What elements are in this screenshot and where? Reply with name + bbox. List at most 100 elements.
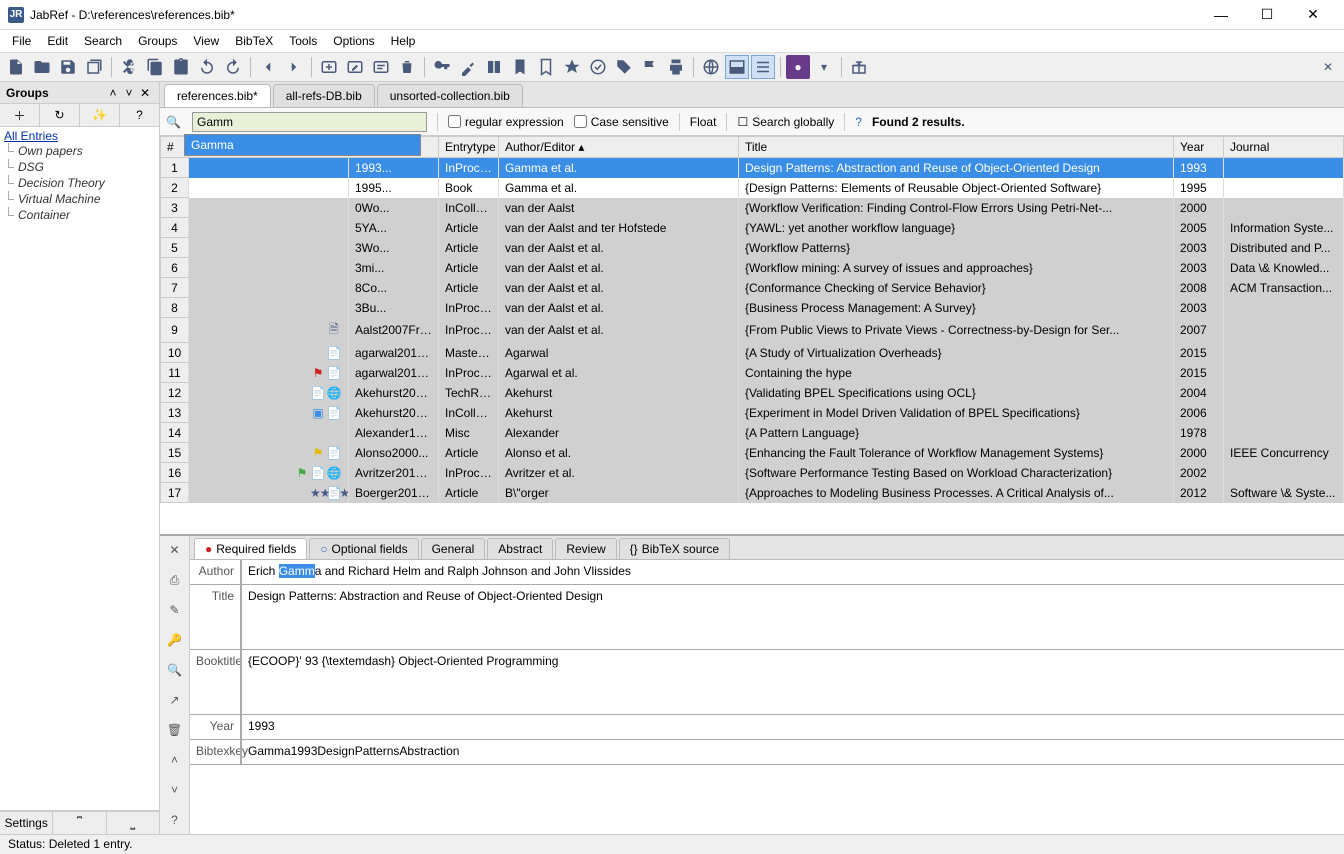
table-row[interactable]: 83Bu...InProcee...van der Aalst et al.{B… (161, 298, 1344, 318)
flag-icon[interactable] (638, 55, 662, 79)
editor-tab-optional[interactable]: ○Optional fields (309, 538, 418, 559)
col-header-journal[interactable]: Journal (1224, 137, 1344, 158)
search-regex-option[interactable]: regular expression (448, 115, 564, 129)
editor-delete-icon[interactable]: 🗑 (165, 720, 185, 740)
table-row[interactable]: 10📄agarwal2015...MastersT...Agarwal{A St… (161, 343, 1344, 363)
field-value-author[interactable]: Erich Gamma and Richard Helm and Ralph J… (240, 560, 1344, 584)
tab-unsorted[interactable]: unsorted-collection.bib (377, 84, 523, 107)
minimize-button[interactable]: — (1198, 0, 1244, 30)
editor-key-icon[interactable]: 🔑 (165, 630, 185, 650)
entries-table-wrap[interactable]: # Entrytype Author/Editor ▴ Title Year J… (160, 136, 1344, 534)
bookmark-outline-icon[interactable] (534, 55, 558, 79)
tab-references[interactable]: references.bib* (164, 84, 271, 107)
table-row[interactable]: 78Co...Articlevan der Aalst et al.{Confo… (161, 278, 1344, 298)
table-row[interactable]: 63mi...Articlevan der Aalst et al.{Workf… (161, 258, 1344, 278)
table-row[interactable]: 45YA...Articlevan der Aalst and ter Hofs… (161, 218, 1344, 238)
groups-help-button[interactable]: ? (120, 104, 159, 126)
maximize-button[interactable]: ☐ (1244, 0, 1290, 30)
groups-tree[interactable]: All Entries Own papers DSG Decision Theo… (0, 127, 159, 811)
print-icon[interactable] (664, 55, 688, 79)
menu-tools[interactable]: Tools (281, 32, 325, 50)
editor-up-icon[interactable]: ˄ (165, 750, 185, 770)
table-row[interactable]: 14Alexander19...MiscAlexander{A Pattern … (161, 423, 1344, 443)
group-node[interactable]: Virtual Machine (4, 191, 155, 207)
editor-tab-source[interactable]: {}BibTeX source (619, 538, 730, 559)
groups-down-button[interactable]: ⎵ (107, 812, 159, 834)
group-node[interactable]: DSG (4, 159, 155, 175)
table-row[interactable]: 17★★★★★📄Boerger2012...ArticleB\"orger{Ap… (161, 483, 1344, 503)
copy-icon[interactable] (143, 55, 167, 79)
groups-refresh-button[interactable]: ↻ (40, 104, 80, 126)
bookmark-icon[interactable] (508, 55, 532, 79)
table-row[interactable]: 15⚑📄Alonso2000...ArticleAlonso et al.{En… (161, 443, 1344, 463)
group-node[interactable]: Own papers (4, 143, 155, 159)
editor-link-icon[interactable]: ↗ (165, 690, 185, 710)
editor-close-icon[interactable]: ✕ (165, 540, 185, 560)
search-case-option[interactable]: Case sensitive (574, 115, 669, 129)
table-row[interactable]: 9🗎Aalst2007Fro...InProcee...van der Aals… (161, 318, 1344, 343)
field-value-year[interactable]: 1993 (240, 715, 1344, 739)
groups-add-button[interactable]: ＋ (0, 104, 40, 126)
editor-search-icon[interactable]: 🔍 (165, 660, 185, 680)
open-icon[interactable] (30, 55, 54, 79)
autocomplete-item[interactable]: Gamma (185, 135, 420, 155)
cleanup-icon[interactable] (456, 55, 480, 79)
col-header-year[interactable]: Year (1174, 137, 1224, 158)
menu-help[interactable]: Help (383, 32, 424, 50)
search-input[interactable] (192, 112, 427, 132)
table-row[interactable]: 12📄🌐Akehurst200...TechRep...Akehurst{Val… (161, 383, 1344, 403)
tag-icon[interactable] (612, 55, 636, 79)
table-row[interactable]: 21995...BookGamma et al.{Design Patterns… (161, 178, 1344, 198)
panel-preview-icon[interactable] (725, 55, 749, 79)
menu-groups[interactable]: Groups (130, 32, 185, 50)
menu-view[interactable]: View (185, 32, 227, 50)
gift-icon[interactable] (847, 55, 871, 79)
groups-auto-button[interactable]: ✨ (80, 104, 120, 126)
cut-icon[interactable] (117, 55, 141, 79)
col-header-title[interactable]: Title (739, 137, 1174, 158)
group-node[interactable]: Container (4, 207, 155, 223)
table-row[interactable]: 30Wo...InCollecti...van der Aalst{Workfl… (161, 198, 1344, 218)
editor-tab-abstract[interactable]: Abstract (487, 538, 553, 559)
check-icon[interactable] (586, 55, 610, 79)
search-help-icon[interactable]: ? (855, 115, 862, 129)
book-icon[interactable] (482, 55, 506, 79)
delete-icon[interactable] (395, 55, 419, 79)
star-icon[interactable] (560, 55, 584, 79)
save-icon[interactable] (56, 55, 80, 79)
groups-close-icon[interactable]: ✕ (137, 86, 153, 100)
editor-pencil-icon[interactable]: ✎ (165, 600, 185, 620)
field-value-title[interactable]: Design Patterns: Abstraction and Reuse o… (240, 585, 1344, 649)
save-all-icon[interactable] (82, 55, 106, 79)
search-global-option[interactable]: ☐ Search globally (737, 115, 834, 129)
editor-tab-required[interactable]: ●Required fields (194, 538, 307, 559)
field-value-booktitle[interactable]: {ECOOP}' 93 {\textemdash} Object-Oriente… (240, 650, 1344, 714)
menu-file[interactable]: File (4, 32, 39, 50)
table-row[interactable]: 11⚑📄agarwal2015...InProcee...Agarwal et … (161, 363, 1344, 383)
groups-root[interactable]: All Entries (4, 129, 155, 143)
app-badge-icon[interactable]: ● (786, 55, 810, 79)
redo-icon[interactable] (221, 55, 245, 79)
table-row[interactable]: 11993...InProcee...Gamma et al.Design Pa… (161, 158, 1344, 178)
paste-icon[interactable] (169, 55, 193, 79)
editor-type-icon[interactable]: ⎙ (165, 570, 185, 590)
entry-text-icon[interactable] (369, 55, 393, 79)
groups-collapse-icon[interactable]: ˄ (105, 86, 121, 100)
new-icon[interactable] (4, 55, 28, 79)
group-node[interactable]: Decision Theory (4, 175, 155, 191)
globe-icon[interactable] (699, 55, 723, 79)
new-entry-icon[interactable] (317, 55, 341, 79)
table-row[interactable]: 16⚑📄🌐Avritzer2012...InProcee...Avritzer … (161, 463, 1344, 483)
field-value-bibtexkey[interactable]: Gamma1993DesignPatternsAbstraction (240, 740, 1344, 764)
close-button[interactable]: ✕ (1290, 0, 1336, 30)
editor-tab-review[interactable]: Review (555, 538, 616, 559)
groups-settings-button[interactable]: Settings (0, 812, 53, 834)
groups-expand-icon[interactable]: ˅ (121, 86, 137, 100)
editor-help-icon[interactable]: ? (165, 810, 185, 830)
menu-bibtex[interactable]: BibTeX (227, 32, 281, 50)
tab-allrefs[interactable]: all-refs-DB.bib (273, 84, 375, 107)
editor-down-icon[interactable]: ˅ (165, 780, 185, 800)
table-row[interactable]: 53Wo...Articlevan der Aalst et al.{Workf… (161, 238, 1344, 258)
forward-icon[interactable] (282, 55, 306, 79)
col-header-entrytype[interactable]: Entrytype (439, 137, 499, 158)
